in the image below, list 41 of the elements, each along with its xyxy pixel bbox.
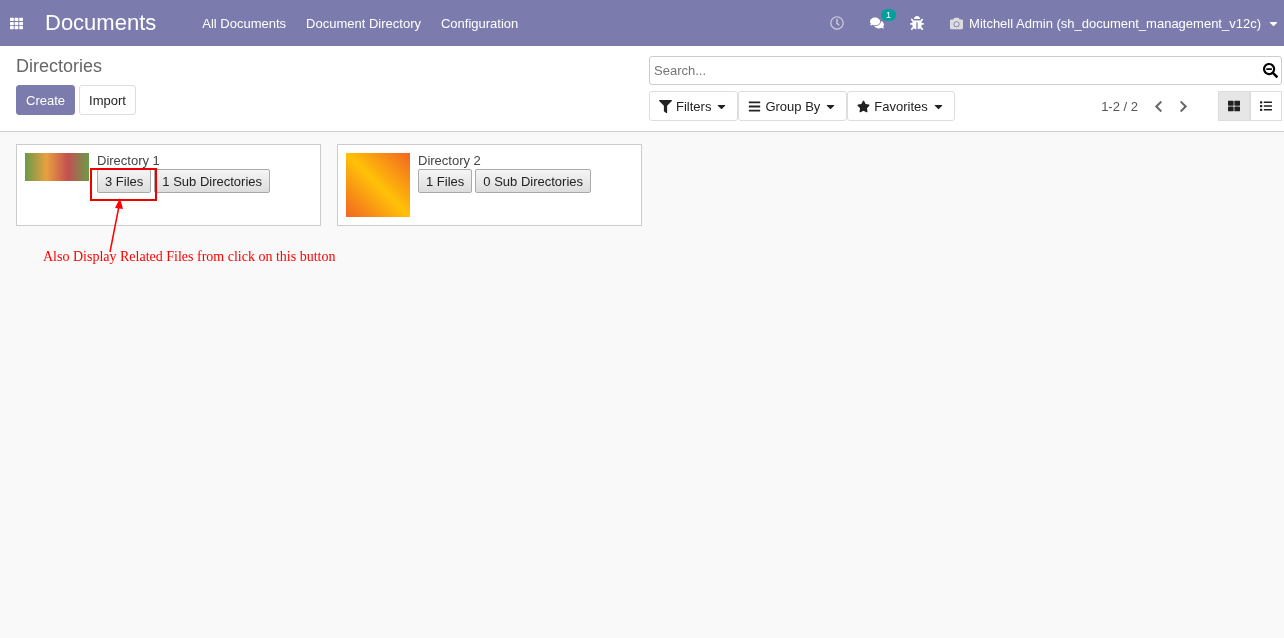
pager-text: 1-2 / 2 (1101, 98, 1138, 114)
kanban-view-button[interactable] (1218, 91, 1250, 121)
menu-link[interactable]: All Documents (202, 15, 287, 31)
annotation-text: Also Display Related Files from click on this button (43, 249, 336, 265)
menu-link[interactable]: Configuration (440, 15, 519, 31)
directory-name: Directory 2 (418, 153, 482, 168)
sub-directories-button[interactable]: 0 Sub Directories (475, 169, 591, 193)
dropdown-button[interactable]: Group By (738, 91, 848, 121)
list-icon (748, 99, 762, 113)
camera-icon (950, 16, 964, 30)
app-title: Documents (45, 10, 157, 36)
list-icon (1260, 100, 1272, 112)
menu-link[interactable]: Document Directory (306, 15, 421, 31)
filter-icon (659, 99, 672, 113)
messages-icon[interactable] (870, 16, 885, 30)
create-button[interactable]: Create (16, 85, 76, 115)
photo-placeholder (25, 153, 89, 181)
directory-name: Directory 1 (97, 153, 161, 168)
files-button[interactable]: 3 Files (97, 169, 152, 193)
apps-menu-icon[interactable] (10, 16, 23, 30)
files-button[interactable]: 1 Files (418, 169, 473, 193)
search-icon[interactable] (1263, 63, 1278, 78)
message-count-badge: 1 (881, 9, 897, 21)
directory-card[interactable]: Directory 1 3 Files 1 Sub Directories (16, 144, 321, 226)
chevron-left-icon (1152, 99, 1165, 113)
dropdown-button[interactable]: Favorites (847, 91, 955, 121)
dropdown-button[interactable]: Filters (649, 91, 739, 121)
annotation-arrow (109, 198, 123, 253)
sub-directories-button[interactable]: 1 Sub Directories (154, 169, 270, 193)
directory-card[interactable]: Directory 2 1 Files 0 Sub Directories (337, 144, 642, 226)
search-field[interactable]: Search... (649, 56, 1282, 85)
grid-icon (1228, 100, 1240, 112)
list-view-button[interactable] (1250, 91, 1282, 121)
star-icon (857, 99, 871, 113)
highlight-frame (90, 168, 157, 201)
user-menu[interactable]: Mitchell Admin (sh_document_management_v12c) (950, 15, 1284, 31)
import-button[interactable]: Import (79, 85, 136, 115)
breadcrumb: Directories (16, 56, 104, 77)
chevron-right-icon (1177, 99, 1190, 113)
bug-icon[interactable] (910, 16, 925, 30)
avatar-placeholder (346, 153, 410, 217)
